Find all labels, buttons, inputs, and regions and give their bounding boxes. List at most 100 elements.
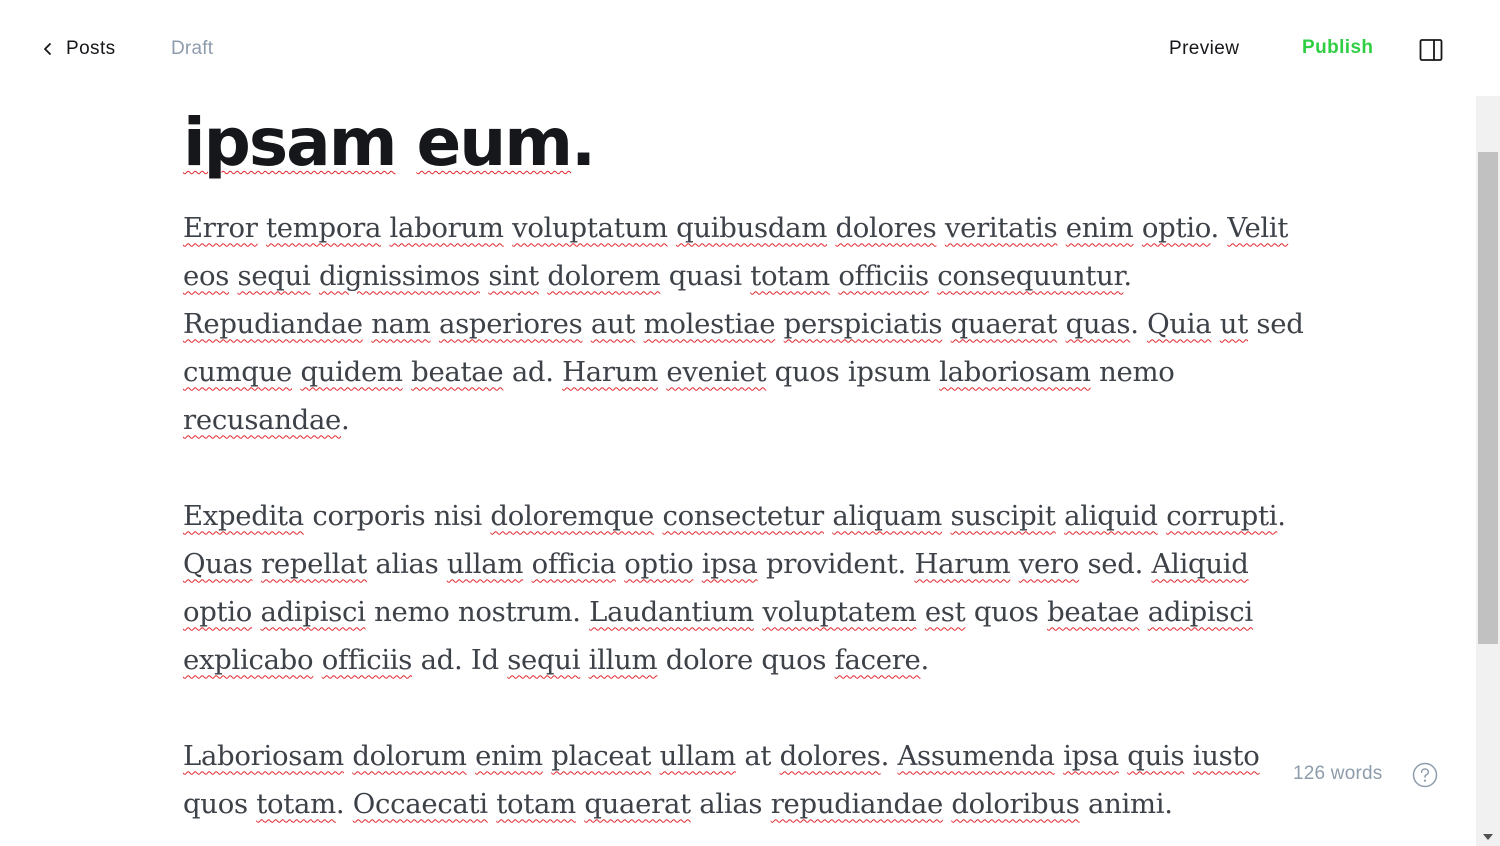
post-title[interactable]: Et necessitatibus delectus ipsam eum. [183,96,1283,182]
spellcheck-word[interactable]: officia [532,548,617,580]
back-to-posts-link[interactable]: Posts [42,36,116,62]
spellcheck-word[interactable]: totam [256,788,336,820]
publish-button[interactable]: Publish [1302,37,1373,59]
spellcheck-word[interactable]: Harum [562,356,658,388]
spellcheck-word[interactable]: ut [1220,308,1248,340]
spellcheck-word[interactable]: corrupti [1166,500,1277,532]
spellcheck-word[interactable]: quaerat [951,308,1058,340]
spellcheck-word[interactable]: facere [835,644,921,676]
spellcheck-word[interactable]: enim [475,740,543,772]
spellcheck-word[interactable]: illum [589,644,658,676]
spellcheck-word[interactable]: voluptatem [762,596,916,628]
spellcheck-word[interactable]: dignissimos [319,260,480,292]
spellcheck-word[interactable]: totam [750,260,830,292]
spellcheck-word[interactable]: Error [183,212,258,244]
spellcheck-word[interactable]: consectetur [662,500,824,532]
spellcheck-word[interactable]: eum [416,104,573,181]
spellcheck-word[interactable]: doloremque [490,500,654,532]
paragraph-line: Quas repellat alias ullam officia optio … [183,548,1249,581]
spellcheck-word[interactable]: Aliquid [1151,548,1248,580]
spellcheck-word[interactable]: placeat [551,740,651,772]
spellcheck-word[interactable]: sint [488,260,539,292]
preview-button[interactable]: Preview [1169,38,1239,60]
spellcheck-word[interactable]: Velit [1227,212,1288,244]
spellcheck-word[interactable]: perspiciatis [784,308,943,340]
spellcheck-word[interactable]: necessitatibus [277,96,792,102]
spellcheck-word[interactable]: optio [183,596,252,628]
spellcheck-word[interactable]: explicabo [183,644,314,676]
back-label: Posts [66,38,116,59]
post-body[interactable]: Error tempora laborum voluptatum quibusd… [183,204,1304,828]
scroll-down-arrow-icon[interactable] [1483,834,1493,840]
spellcheck-word[interactable]: optio [1142,212,1211,244]
spellcheck-word[interactable]: delectus [810,96,1112,102]
spellcheck-word[interactable]: adipisci [1148,596,1253,628]
spellcheck-word[interactable]: nam [371,308,431,340]
scrollbar-thumb[interactable] [1478,152,1498,644]
spellcheck-word[interactable]: quibusdam [676,212,827,244]
editor-scrollbar[interactable] [1476,96,1500,846]
spellcheck-word[interactable]: Et [183,96,258,102]
spellcheck-word[interactable]: beatae [1047,596,1140,628]
spellcheck-word[interactable]: quaerat [584,788,691,820]
spellcheck-word[interactable]: dolores [780,740,881,772]
spellcheck-word[interactable]: repudiandae [771,788,944,820]
spellcheck-word[interactable]: ipsam [183,104,397,181]
spellcheck-word[interactable]: iusto [1193,740,1260,772]
spellcheck-word[interactable]: veritatis [945,212,1058,244]
spellcheck-word[interactable]: Laboriosam [183,740,344,772]
spellcheck-word[interactable]: Assumenda [897,740,1054,772]
spellcheck-word[interactable]: dolores [835,212,936,244]
spellcheck-word[interactable]: repellat [261,548,367,580]
spellcheck-word[interactable]: quis [1127,740,1184,772]
spellcheck-word[interactable]: totam [496,788,576,820]
spellcheck-word[interactable]: dolorum [352,740,467,772]
spellcheck-word[interactable]: asperiores [439,308,583,340]
chevron-left-icon [42,42,54,56]
spellcheck-word[interactable]: molestiae [644,308,776,340]
spellcheck-word[interactable]: tempora [266,212,381,244]
spellcheck-word[interactable]: Repudiandae [183,308,363,340]
spellcheck-word[interactable]: Occaecati [353,788,488,820]
spellcheck-word[interactable]: ullam [660,740,737,772]
spellcheck-word[interactable]: Laudantium [589,596,754,628]
spellcheck-word[interactable]: aliquid [1064,500,1158,532]
spellcheck-word[interactable]: eos [183,260,229,292]
spellcheck-word[interactable]: enim [1066,212,1134,244]
spellcheck-word[interactable]: suscipit [950,500,1055,532]
spellcheck-word[interactable]: ullam [447,548,524,580]
paragraph-line: cumque quidem beatae ad. Harum eveniet q… [183,356,1175,389]
spellcheck-word[interactable]: cumque [183,356,292,388]
spellcheck-word[interactable]: aliquam [832,500,942,532]
spellcheck-word[interactable]: Expedita [183,500,304,532]
question-circle-icon[interactable] [1412,762,1438,788]
spellcheck-word[interactable]: optio [624,548,693,580]
spellcheck-word[interactable]: voluptatum [512,212,668,244]
spellcheck-word[interactable]: adipisci [261,596,366,628]
spellcheck-word[interactable]: officiis [838,260,929,292]
spellcheck-word[interactable]: beatae [411,356,504,388]
spellcheck-word[interactable]: est [925,596,966,628]
spellcheck-word[interactable]: officiis [322,644,413,676]
spellcheck-word[interactable]: laboriosam [939,356,1091,388]
spellcheck-word[interactable]: laborum [390,212,504,244]
spellcheck-word[interactable]: dolorem [547,260,660,292]
spellcheck-word[interactable]: quidem [300,356,403,388]
spellcheck-word[interactable]: doloribus [951,788,1079,820]
spellcheck-word[interactable]: Quas [183,548,253,580]
spellcheck-word[interactable]: recusandae [183,404,341,436]
spellcheck-word[interactable]: sequi [238,260,311,292]
spellcheck-word[interactable]: consequuntur [937,260,1123,292]
spellcheck-word[interactable]: eveniet [666,356,766,388]
spellcheck-word[interactable]: Quia [1147,308,1212,340]
spellcheck-word[interactable]: vero [1019,548,1080,580]
spellcheck-word[interactable]: aut [591,308,636,340]
spellcheck-word[interactable]: Harum [914,548,1010,580]
spellcheck-word[interactable]: ipsa [702,548,758,580]
spellcheck-word[interactable]: ipsa [1063,740,1119,772]
sidebar-panel-icon[interactable] [1419,38,1443,62]
editor-canvas[interactable]: Et necessitatibus delectus ipsam eum. Er… [0,96,1476,846]
post-status: Draft [171,38,214,59]
spellcheck-word[interactable]: quas [1066,308,1131,340]
spellcheck-word[interactable]: sequi [507,644,580,676]
